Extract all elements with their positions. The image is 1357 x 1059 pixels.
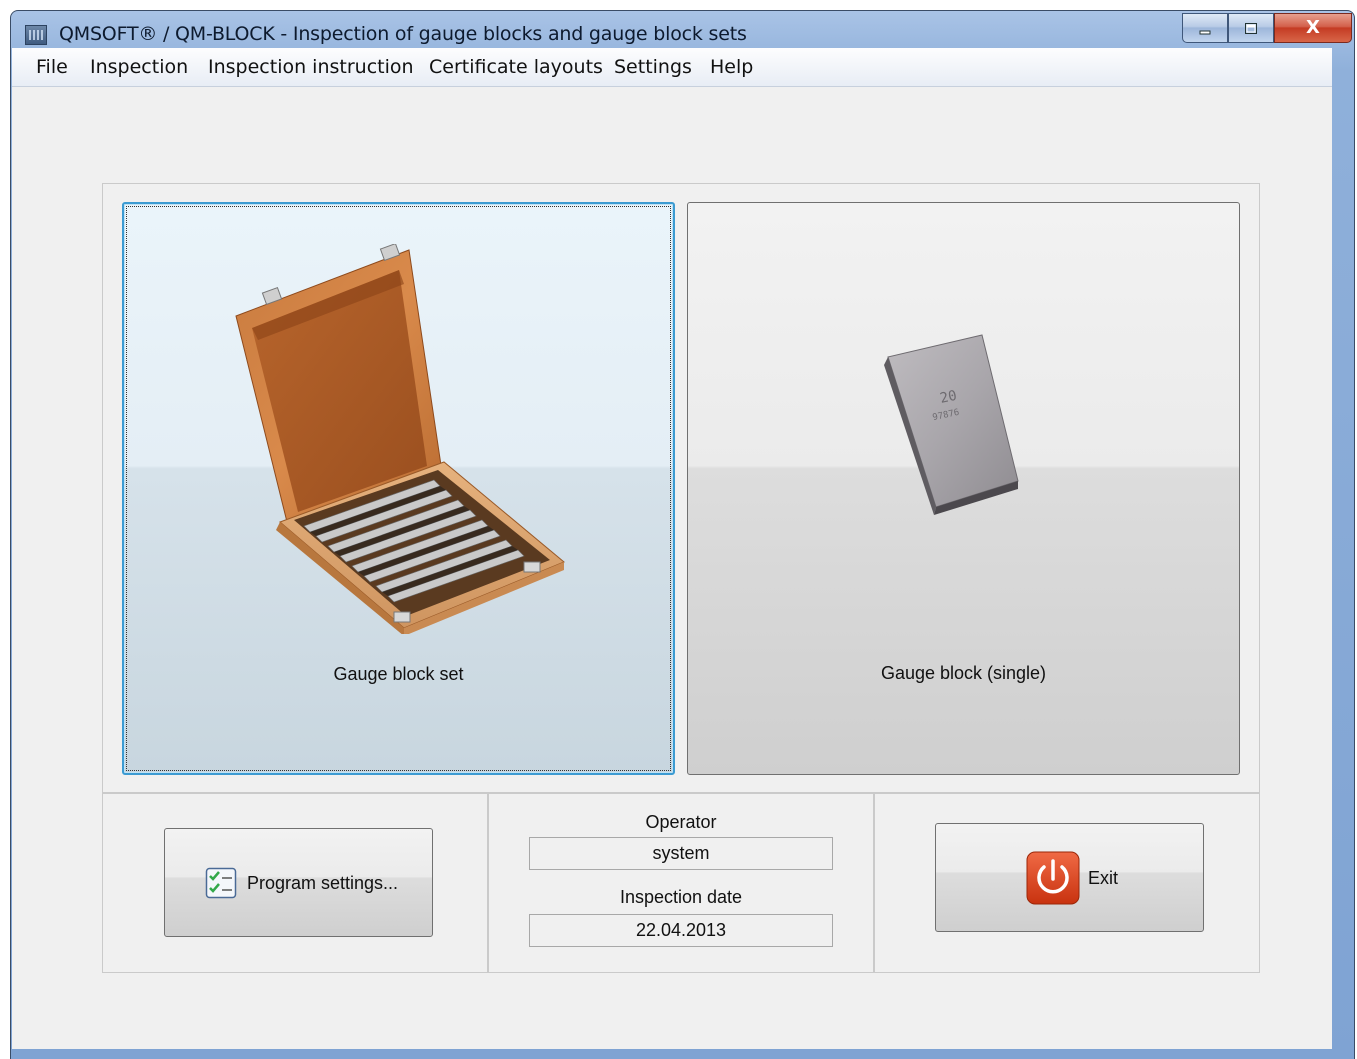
program-settings-label: Program settings... [247,873,399,893]
gauge-block-image: 20 97876 [884,334,1019,515]
program-settings-panel: Program settings... [102,793,488,973]
close-icon: X [1306,17,1320,38]
app-icon[interactable] [25,25,47,45]
menu-help[interactable]: Help [710,56,753,78]
exit-panel: Exit [874,793,1260,973]
program-settings-button[interactable]: Program settings... [164,828,433,937]
maximize-button[interactable] [1228,13,1274,43]
operator-label: Operator [645,812,717,832]
gauge-block-set-label: Gauge block set [333,664,464,684]
menu-certificate-layouts[interactable]: Certificate layouts [429,56,603,78]
power-icon [1026,851,1080,905]
menu-bar: File Inspection Inspection instruction C… [12,48,1332,87]
menu-file[interactable]: File [36,56,68,78]
gauge-block-single-button[interactable]: 20 97876 Gauge block (single) [687,202,1240,775]
exit-button[interactable]: Exit [935,823,1204,932]
menu-inspection-instruction[interactable]: Inspection instruction [208,56,414,78]
maximize-icon [1245,22,1257,34]
client-area: Gauge block set 20 97876 Gauge block (si… [12,87,1332,1049]
inspection-date-field: 22.04.2013 [529,914,833,947]
checklist-icon [205,867,237,899]
exit-label: Exit [1088,868,1119,888]
gauge-block-set-image [235,244,565,634]
gauge-block-single-label: Gauge block (single) [880,663,1047,683]
inspection-date-label: Inspection date [619,887,743,907]
caption-buttons: X [1182,13,1352,45]
minimize-button[interactable] [1182,13,1228,43]
operator-panel: Operator system Inspection date 22.04.20… [488,793,874,973]
window-title: QMSOFT® / QM-BLOCK - Inspection of gauge… [59,23,747,45]
menu-settings[interactable]: Settings [614,56,692,78]
menu-inspection[interactable]: Inspection [90,56,188,78]
close-button[interactable]: X [1274,13,1352,43]
gauge-block-set-button[interactable]: Gauge block set [122,202,675,775]
operator-field: system [529,837,833,870]
minimize-icon [1199,30,1211,34]
